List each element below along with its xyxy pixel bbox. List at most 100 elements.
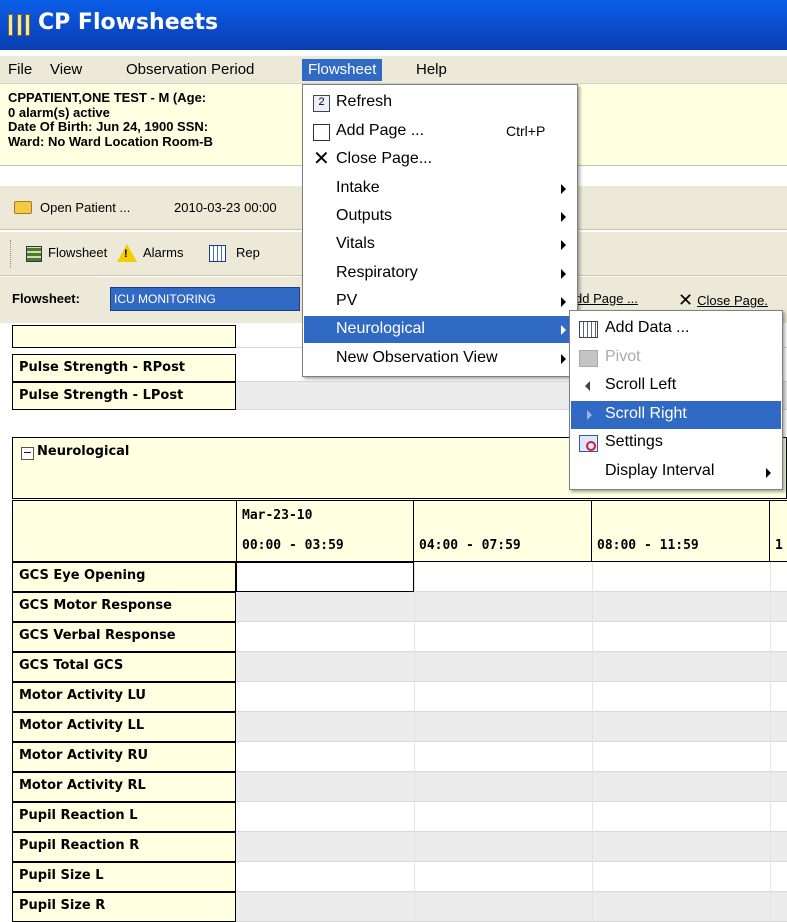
menu-observation-period[interactable]: Observation Period [120,59,260,81]
menu-item-label: Settings [605,433,663,450]
menu-item-label: Display Interval [605,462,715,479]
column-divider [770,562,771,592]
row-label: Motor Activity LU [12,682,236,712]
menu-item-add-page[interactable]: Add Page ... Ctrl+P [304,118,576,145]
column-header-4[interactable]: 1 [769,500,787,562]
menu-item-new-observation-view[interactable]: New Observation View [304,345,576,372]
column-header-1[interactable]: Mar-23-10 00:00 - 03:59 [236,500,414,562]
app-icon [8,14,30,36]
neurological-grid: GCS Eye Opening GCS Motor Response GCS Ver… [12,562,787,922]
grid-row-cells[interactable] [236,832,787,862]
grid-row-cells[interactable] [236,622,787,652]
submenu-item-settings[interactable]: Settings [571,429,781,457]
menu-item-label: Close Page... [336,150,433,167]
settings-icon [579,435,598,452]
menu-item-label: PV [336,292,358,309]
open-patient-button[interactable]: Open Patient ... [40,200,130,215]
row-label: Pulse Strength - RPost [12,354,236,382]
row-label: Motor Activity RU [12,742,236,772]
row-label: Motor Activity RL [12,772,236,802]
grid-row-cells[interactable] [236,592,787,622]
menu-item-refresh[interactable]: 2 Refresh [304,89,576,116]
menu-item-label: Outputs [336,207,393,224]
menu-item-label: Vitals [336,235,375,252]
flowsheet-icon [26,246,42,262]
row-label: GCS Total GCS [12,652,236,682]
column-divider [770,862,771,892]
menu-view[interactable]: View [44,59,88,81]
column-divider [414,592,415,622]
column-divider [592,772,593,802]
column-divider [770,682,771,712]
column-time: 04:00 - 07:59 [419,538,521,553]
reports-button[interactable]: Rep [236,245,260,260]
close-page-button[interactable]: ✕ Close Page. [678,289,768,310]
submenu-item-add-data[interactable]: Add Data ... [571,315,781,343]
column-header-3[interactable]: 08:00 - 11:59 [591,500,770,562]
column-divider [414,742,415,772]
collapse-icon[interactable]: − [21,447,34,460]
row-label: Pulse Strength - LPost [12,382,236,410]
flowsheet-select[interactable]: ICU MONITORING [110,287,300,311]
column-time: 1 [775,538,783,553]
menu-item-neurological[interactable]: Neurological [304,316,576,343]
column-divider [414,802,415,832]
alarms-button[interactable]: Alarms [143,245,183,260]
submenu-item-scroll-right[interactable]: Scroll Right [571,401,781,429]
column-divider [592,862,593,892]
flowsheet-menu: 2 Refresh Add Page ... Ctrl+P ✕ Close Pa… [302,84,578,377]
title-bar: CP Flowsheets [0,0,787,50]
close-icon: ✕ [313,148,330,170]
menu-bar: File View Observation Period Flowsheet H… [0,56,787,84]
menu-item-label: Scroll Left [605,376,677,393]
grid-row-cells[interactable] [236,802,787,832]
flowsheet-button[interactable]: Flowsheet [48,245,107,260]
grid-row-cells[interactable] [236,562,787,592]
menu-file[interactable]: File [2,59,38,81]
alarm-icon [117,244,137,262]
add-page-button[interactable]: dd Page ... [575,291,638,306]
menu-flowsheet[interactable]: Flowsheet [302,59,383,81]
folder-icon [14,201,32,214]
observation-period-value[interactable]: 2010-03-23 00:00 [174,200,277,215]
row-label: Pupil Reaction R [12,832,236,862]
window-title: CP Flowsheets [38,10,219,35]
menu-item-vitals[interactable]: Vitals [304,231,576,258]
menu-item-close-page[interactable]: ✕ Close Page... [304,146,576,173]
grid-row-cells[interactable] [236,652,787,682]
close-page-label: Close Page. [697,293,768,308]
menu-item-intake[interactable]: Intake [304,175,576,202]
submenu-item-display-interval[interactable]: Display Interval [571,458,781,486]
menu-item-outputs[interactable]: Outputs [304,203,576,230]
grid-row-cells[interactable] [236,682,787,712]
column-divider [592,832,593,862]
column-header-2[interactable]: 04:00 - 07:59 [413,500,592,562]
menu-item-label: Respiratory [336,264,418,281]
menu-help[interactable]: Help [410,59,453,81]
arrow-right-icon [587,410,592,420]
column-divider [592,712,593,742]
selected-cell[interactable] [236,562,414,592]
submenu-item-scroll-left[interactable]: Scroll Left [571,372,781,400]
column-time: 00:00 - 03:59 [242,538,344,553]
column-divider [414,712,415,742]
grid-row-cells[interactable] [236,742,787,772]
menu-item-label: Refresh [336,93,393,110]
submenu-arrow-icon [561,297,566,307]
grid-row-cells[interactable] [236,862,787,892]
submenu-arrow-icon [561,184,566,194]
column-divider [770,832,771,862]
add-data-icon [579,321,598,338]
column-divider [770,592,771,622]
menu-item-label: Add Page ... [336,122,425,139]
row-label: Pupil Size L [12,862,236,892]
menu-item-respiratory[interactable]: Respiratory [304,260,576,287]
menu-item-label: Pivot [605,348,641,365]
column-divider [414,862,415,892]
toolbar-grip[interactable] [10,240,13,268]
menu-item-pv[interactable]: PV [304,288,576,315]
close-icon: ✕ [678,290,694,310]
grid-row-cells[interactable] [236,712,787,742]
grid-row-cells[interactable] [236,772,787,802]
column-divider [414,682,415,712]
